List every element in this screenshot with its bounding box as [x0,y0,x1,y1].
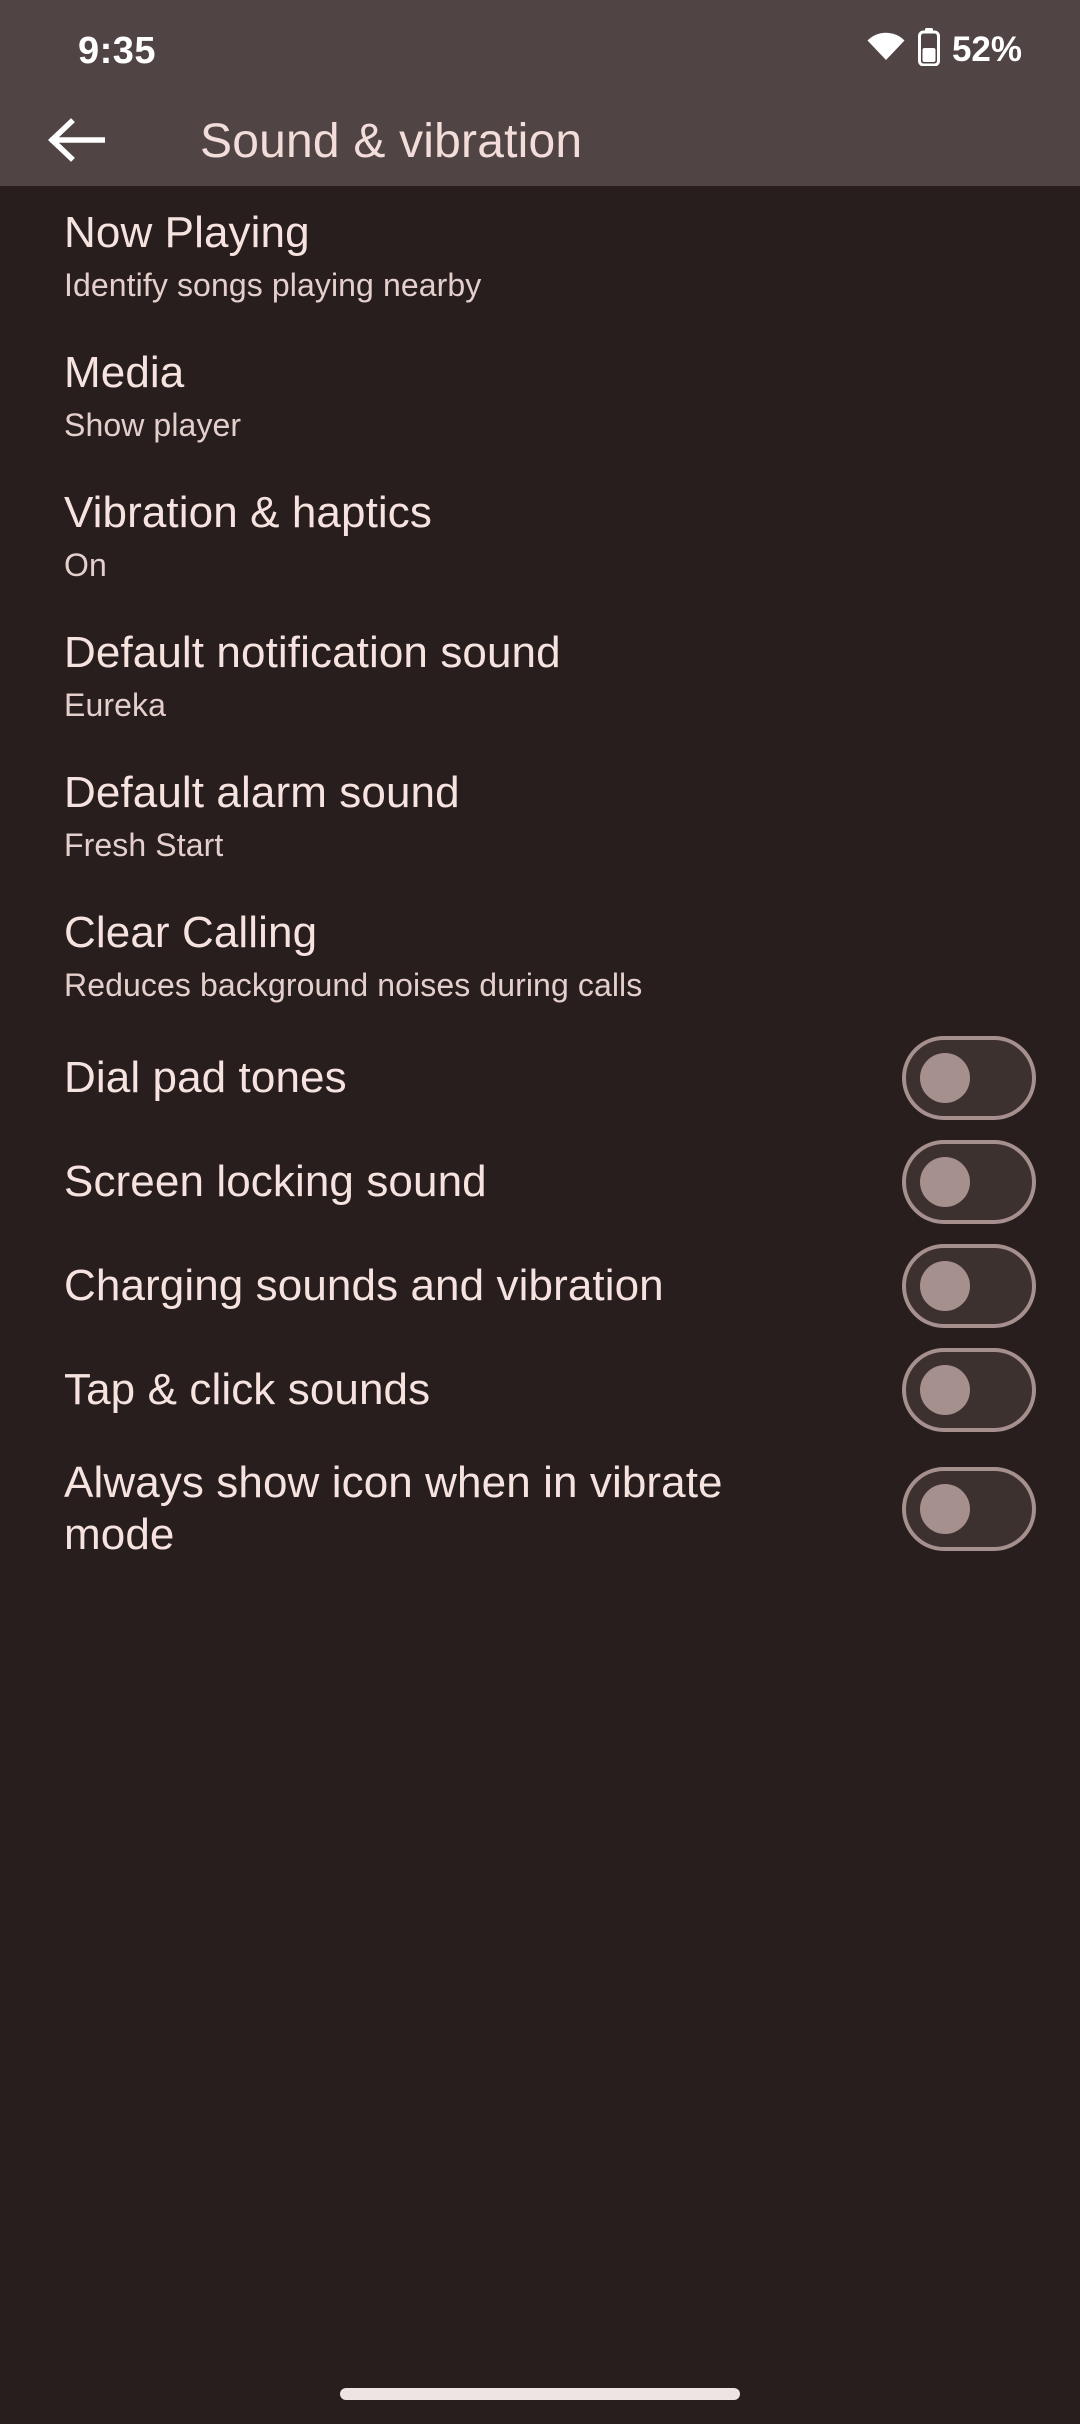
list-item-title: Clear Calling [64,908,318,957]
battery-icon [917,28,940,71]
list-item-title: Default alarm sound [64,768,460,817]
list-item-subtitle: Fresh Start [64,827,224,864]
switch-thumb [920,1484,970,1534]
switch-tap-and-click-sounds[interactable] [902,1348,1036,1432]
toggle-label: Dial pad tones [64,1053,347,1103]
toggle-label: Always show icon when in vibrate mode [64,1458,723,1559]
list-item-title: Media [64,348,185,397]
list-item-subtitle: Show player [64,407,242,444]
status-bar-clock: 9:35 [78,30,157,72]
battery-percent-label: 52% [951,29,1022,69]
toggle-label: Screen locking sound [64,1157,487,1207]
switch-screen-locking-sound[interactable] [902,1140,1036,1224]
switch-thumb [920,1365,970,1415]
list-item-default-notification-sound[interactable]: Default notification sound Eureka [0,628,1080,724]
list-item-title: Vibration & haptics [64,488,432,537]
app-bar: Sound & vibration [0,96,1080,186]
toggle-row-always-show-vibrate-icon[interactable]: Always show icon when in vibrate mode [0,1429,1080,1589]
list-item-title: Default notification sound [64,628,561,677]
list-item-clear-calling[interactable]: Clear Calling Reduces background noises … [0,908,1080,1004]
status-bar: 9:35 52% [0,0,1080,96]
toggle-label: Charging sounds and vibration [64,1261,664,1311]
switch-charging-sounds-and-vibration[interactable] [902,1244,1036,1328]
settings-screen: 9:35 52% Sound & vibration Now Playing I… [0,0,1080,2424]
list-item-now-playing[interactable]: Now Playing Identify songs playing nearb… [0,208,1080,304]
list-item-title: Now Playing [64,208,310,257]
gesture-nav-handle[interactable] [340,2388,740,2400]
back-arrow-icon [47,116,106,169]
list-item-subtitle: Identify songs playing nearby [64,267,482,304]
list-item-default-alarm-sound[interactable]: Default alarm sound Fresh Start [0,768,1080,864]
list-item-media[interactable]: Media Show player [0,348,1080,444]
switch-always-show-vibrate-icon[interactable] [902,1467,1036,1551]
switch-thumb [920,1261,970,1311]
list-item-subtitle: Eureka [64,687,166,724]
page-title: Sound & vibration [200,115,583,168]
switch-thumb [920,1053,970,1103]
toggle-label: Tap & click sounds [64,1365,431,1415]
wifi-icon [866,32,906,67]
back-button[interactable] [38,104,114,180]
list-item-subtitle: Reduces background noises during calls [64,967,643,1004]
switch-dial-pad-tones[interactable] [902,1036,1036,1120]
list-item-subtitle: On [64,547,107,584]
list-item-vibration-haptics[interactable]: Vibration & haptics On [0,488,1080,584]
status-bar-icons: 52% [866,28,1022,71]
switch-thumb [920,1157,970,1207]
